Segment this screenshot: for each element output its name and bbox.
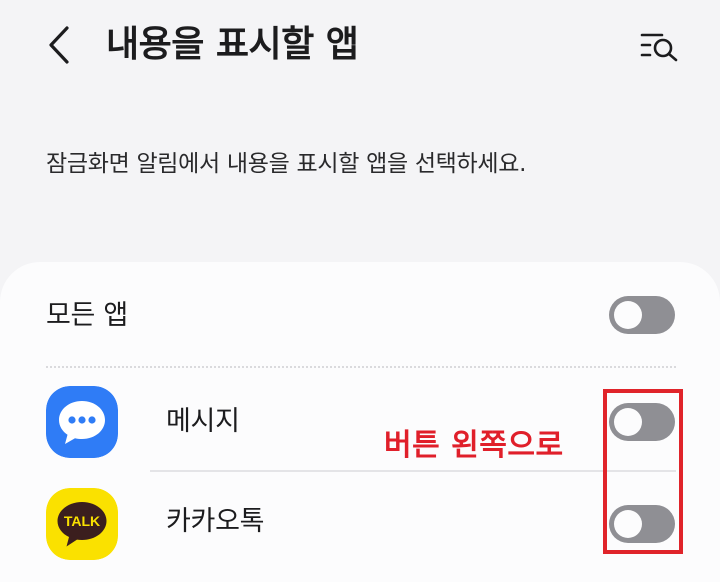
toggle-knob — [614, 301, 642, 329]
section-divider — [46, 366, 676, 368]
chevron-left-icon — [49, 26, 69, 64]
toggle-highlight-box — [603, 389, 683, 554]
back-button[interactable] — [38, 22, 84, 68]
all-apps-toggle[interactable] — [609, 296, 675, 334]
messages-app-icon — [46, 386, 118, 458]
kakaotalk-icon-text: TALK — [64, 513, 100, 529]
all-apps-row[interactable]: 모든 앱 — [0, 262, 720, 370]
page-title: 내용을 표시할 앱 — [106, 24, 359, 65]
app-name-messages: 메시지 — [166, 406, 240, 437]
kakaotalk-app-icon: TALK — [46, 488, 118, 560]
app-bar: 내용을 표시할 앱 — [0, 0, 720, 100]
annotation-label: 버튼 왼쪽으로 — [384, 428, 564, 463]
description-text: 잠금화면 알림에서 내용을 표시할 앱을 선택하세요. — [46, 151, 527, 177]
search-filter-icon — [640, 33, 678, 62]
all-apps-label: 모든 앱 — [46, 300, 128, 331]
app-name-kakaotalk: 카카오톡 — [166, 506, 265, 537]
search-filter-button[interactable] — [636, 24, 684, 70]
